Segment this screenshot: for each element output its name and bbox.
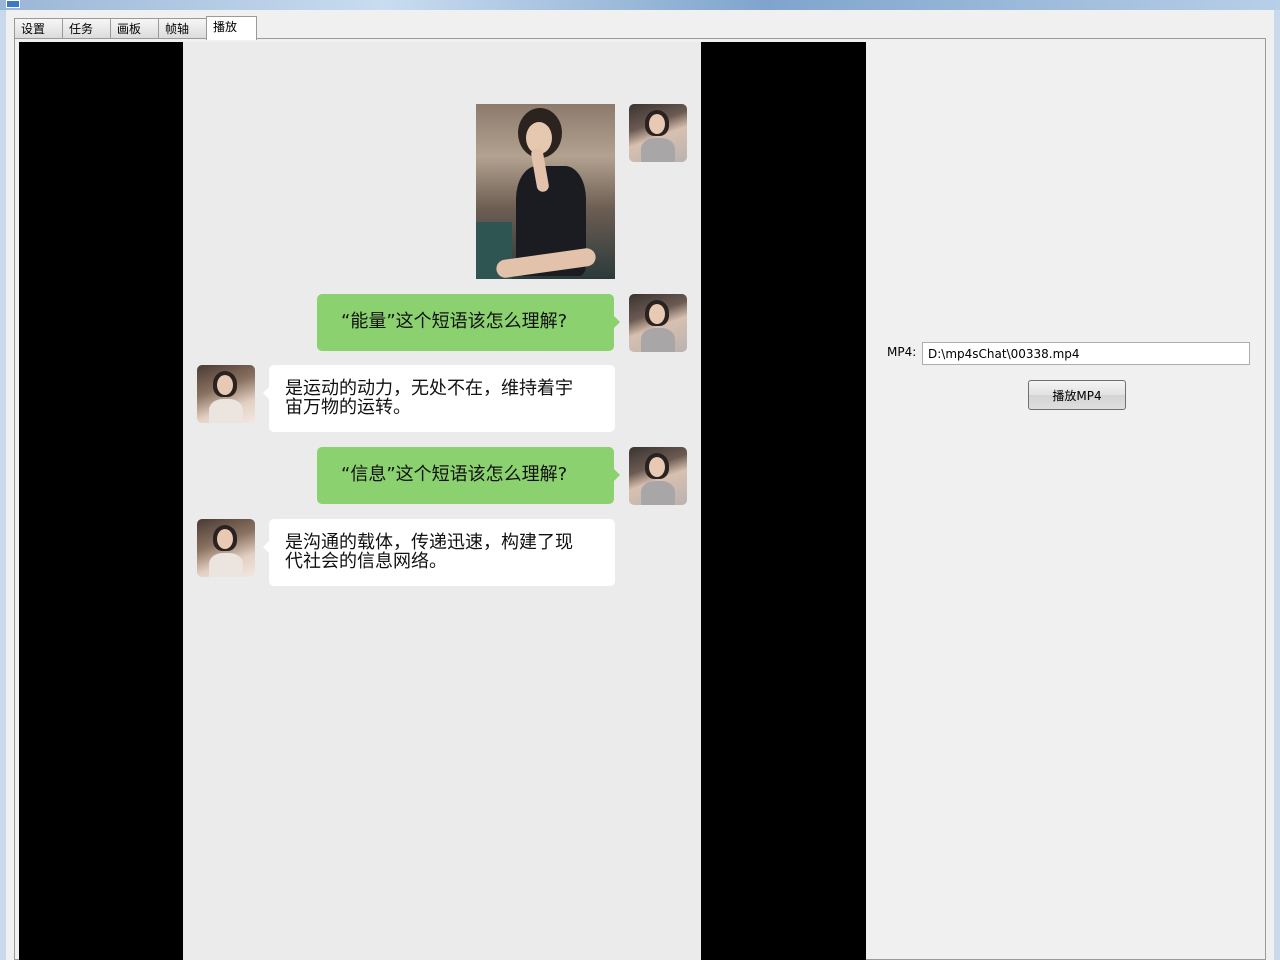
chat-image-message [476,104,615,279]
play-mp4-button[interactable]: 播放MP4 [1028,380,1126,410]
tab-play[interactable]: 播放 [206,16,257,40]
chat-text-line: 是沟通的载体，传递迅速，构建了现 [285,532,573,553]
tab-canvas[interactable]: 画板 [110,18,159,38]
mp4-path-input[interactable] [922,342,1250,365]
my-avatar [629,294,687,352]
my-avatar [629,104,687,162]
app-icon [6,0,20,8]
window-titlebar [0,0,1280,10]
chat-text-line: 宙万物的运转。 [285,397,411,418]
mp4-path-label: MP4: [887,345,917,359]
chat-bubble-me: “信息”这个短语该怎么理解? [317,447,620,504]
video-letterbox-right [701,42,866,960]
my-avatar [629,447,687,505]
chat-text-line: 代社会的信息网络。 [285,551,447,572]
chat-bubble-me: “能量”这个短语该怎么理解? [317,294,620,351]
window-frame-right [1274,10,1280,960]
chat-text-line: “信息”这个短语该怎么理解? [341,464,568,485]
chat-bubble-other: 是运动的动力，无处不在，维持着宇 宙万物的运转。 [263,365,615,432]
contact-avatar [197,365,255,423]
tab-settings[interactable]: 设置 [14,18,63,38]
video-letterbox-left [19,42,183,960]
chat-bubble-other: 是沟通的载体，传递迅速，构建了现 代社会的信息网络。 [263,519,615,586]
chat-text-line: 是运动的动力，无处不在，维持着宇 [285,378,573,399]
tab-timeline[interactable]: 帧轴 [158,18,207,38]
chat-text-line: “能量”这个短语该怎么理解? [341,311,568,332]
window-frame-left [0,10,6,960]
contact-avatar [197,519,255,577]
tab-tasks[interactable]: 任务 [62,18,111,38]
